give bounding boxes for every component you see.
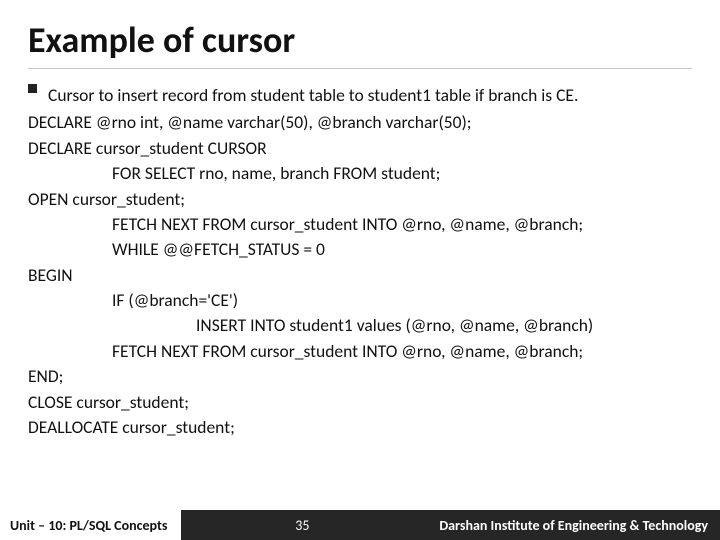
- bullet-text: Cursor to insert record from student tab…: [48, 83, 578, 108]
- bullet-square-icon: [28, 83, 38, 108]
- code-line: INSERT INTO student1 values (@rno, @name…: [28, 313, 692, 338]
- code-line: DEALLOCATE cursor_student;: [28, 415, 692, 440]
- footer-unit: Unit – 10: PL/SQL Concepts: [0, 517, 181, 534]
- code-line: FOR SELECT rno, name, branch FROM studen…: [28, 161, 692, 186]
- code-line: OPEN cursor_student;: [28, 187, 692, 212]
- footer: Unit – 10: PL/SQL Concepts 35 Darshan In…: [0, 510, 720, 540]
- code-line: IF (@branch='CE'): [28, 288, 692, 313]
- code-line: DECLARE cursor_student CURSOR: [28, 136, 692, 161]
- code-line: FETCH NEXT FROM cursor_student INTO @rno…: [28, 339, 692, 364]
- code-line: CLOSE cursor_student;: [28, 390, 692, 415]
- bullet-item: Cursor to insert record from student tab…: [28, 83, 692, 108]
- page-number: 35: [295, 517, 309, 534]
- footer-page: 35: [181, 510, 423, 540]
- code-line: END;: [28, 364, 692, 389]
- slide-title: Example of cursor: [28, 18, 692, 62]
- code-line: BEGIN: [28, 263, 692, 288]
- footer-institute: Darshan Institute of Engineering & Techn…: [423, 510, 720, 540]
- title-rule: [28, 68, 692, 69]
- code-line: DECLARE @rno int, @name varchar(50), @br…: [28, 110, 692, 135]
- slide-body: Cursor to insert record from student tab…: [28, 83, 692, 440]
- code-line: WHILE @@FETCH_STATUS = 0: [28, 237, 692, 262]
- slide: Example of cursor Cursor to insert recor…: [0, 0, 720, 540]
- code-line: FETCH NEXT FROM cursor_student INTO @rno…: [28, 212, 692, 237]
